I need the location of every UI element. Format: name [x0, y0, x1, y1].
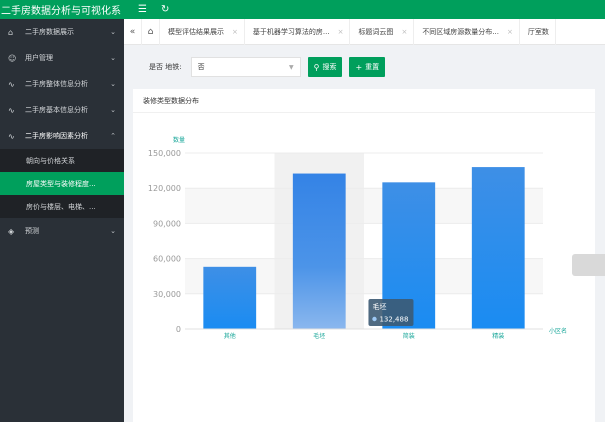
bar	[203, 266, 257, 329]
y-tick-label: 150,000	[148, 149, 181, 158]
top-header: 二手房数据分析与可视化系 ☰ ↻	[0, 0, 605, 19]
x-tick-label: 毛坯	[313, 332, 325, 340]
x-tick-label: 简装	[403, 332, 415, 340]
reset-button[interactable]: + 重置	[349, 57, 386, 77]
y-axis-title: 数量	[173, 136, 185, 144]
sidebar-subitem-price-floor-elevator[interactable]: 房价与楼层、电梯、...	[0, 195, 124, 218]
close-icon[interactable]: ×	[338, 28, 344, 36]
chevron-down-icon: ⌄	[110, 80, 116, 88]
x-tick-label: 其他	[224, 332, 236, 340]
tooltip-marker	[372, 316, 377, 322]
sidebar: ⌂ 二手房数据展示 ⌄ ☺ 用户管理 ⌄ ∿ 二手房整体信息分析 ⌄ ∿ 二手房…	[0, 19, 124, 422]
sidebar-item-label: 预测	[25, 227, 39, 235]
card-title: 装修类型数据分布	[133, 89, 595, 113]
tab-bar: « ⌂ 模型评估结果展示 × 基于机器学习算法的房... × 标题词云图 × 不同区域…	[124, 18, 605, 45]
side-panel-handle[interactable]	[572, 254, 605, 276]
tab-room-count[interactable]: 厅室数	[520, 18, 556, 45]
y-tick-label: 0	[176, 325, 181, 334]
close-icon[interactable]: ×	[507, 28, 513, 36]
sidebar-item-label: 二手房整体信息分析	[25, 80, 88, 88]
y-tick-label: 120,000	[148, 184, 181, 193]
chevron-down-icon: ⌄	[110, 106, 116, 114]
sidebar-item-overall-analysis[interactable]: ∿ 二手房整体信息分析 ⌄	[0, 71, 124, 97]
tab-label: 厅室数	[527, 27, 549, 36]
search-icon: ⚲	[313, 62, 320, 72]
tab-model-evaluation[interactable]: 模型评估结果展示 ×	[160, 18, 245, 45]
refresh-icon[interactable]: ↻	[161, 4, 169, 15]
app-title: 二手房数据分析与可视化系	[1, 6, 121, 17]
chevron-up-icon: ⌃	[110, 132, 116, 140]
caret-down-icon: ▼	[288, 63, 294, 71]
sidebar-item-label: 二手房影响因素分析	[25, 132, 88, 140]
tab-label: 基于机器学习算法的房...	[252, 27, 330, 36]
user-icon: ☺	[8, 53, 17, 63]
tab-region-distribution[interactable]: 不同区域房源数量分布... ×	[414, 18, 520, 45]
tab-ml-prediction[interactable]: 基于机器学习算法的房... ×	[245, 18, 351, 45]
tab-label: 模型评估结果展示	[168, 27, 224, 36]
sidebar-subitem-house-type-decoration[interactable]: 房屋类型与装修程度...	[0, 172, 124, 195]
close-icon[interactable]: ×	[232, 28, 238, 36]
tab-scroll-left-icon[interactable]: «	[124, 18, 142, 45]
filter-bar: 是否 地铁: 否 ▼ ⚲ 搜索 + 重置	[124, 45, 605, 89]
x-tick-label: 精装	[492, 332, 504, 340]
bar	[471, 167, 525, 329]
chart-card: 装修类型数据分布 0 30,000 60,000 90,000 120,000 150,0…	[133, 89, 595, 422]
diamond-icon: ◈	[8, 226, 15, 236]
x-axis-title: 小区名	[549, 327, 567, 335]
sidebar-item-data-display[interactable]: ⌂ 二手房数据展示 ⌄	[0, 19, 124, 45]
sidebar-submenu: 朝向与价格关系 房屋类型与装修程度... 房价与楼层、电梯、...	[0, 149, 124, 218]
subway-filter-label: 是否 地铁:	[149, 63, 182, 71]
chevron-down-icon: ⌄	[110, 54, 116, 62]
tooltip-category: 毛坯	[372, 302, 386, 311]
tab-label: 不同区域房源数量分布...	[422, 27, 499, 36]
menu-icon[interactable]: ☰	[138, 4, 147, 15]
sidebar-item-label: 用户管理	[25, 54, 53, 62]
tooltip-value: 132,488	[379, 316, 408, 324]
subway-select[interactable]: 否 ▼	[190, 57, 301, 77]
sidebar-item-prediction[interactable]: ◈ 预测 ⌄	[0, 218, 124, 244]
tab-label: 标题词云图	[358, 27, 394, 36]
sidebar-item-label: 二手房数据展示	[25, 28, 74, 36]
search-button-label: 搜索	[322, 63, 337, 71]
close-icon[interactable]: ×	[401, 28, 407, 36]
y-tick-label: 90,000	[153, 219, 181, 228]
pulse-icon: ∿	[8, 105, 15, 115]
plus-icon: +	[355, 62, 363, 72]
home-tab-icon[interactable]: ⌂	[142, 18, 160, 45]
chevron-down-icon: ⌄	[110, 28, 116, 36]
sidebar-item-factor-analysis[interactable]: ∿ 二手房影响因素分析 ⌃	[0, 123, 124, 149]
tab-word-cloud[interactable]: 标题词云图 ×	[350, 18, 415, 45]
sidebar-item-label: 二手房基本信息分析	[25, 106, 88, 114]
sidebar-item-user-management[interactable]: ☺ 用户管理 ⌄	[0, 45, 124, 71]
search-button[interactable]: ⚲ 搜索	[307, 57, 343, 77]
chevron-down-icon: ⌄	[110, 227, 116, 235]
y-tick-label: 60,000	[153, 255, 181, 264]
home-icon: ⌂	[8, 27, 14, 37]
sidebar-subitem-orientation-price[interactable]: 朝向与价格关系	[0, 149, 124, 172]
bar-chart: 0 30,000 60,000 90,000 120,000 150,000 数量小区名其他…	[148, 136, 567, 340]
bar	[292, 173, 346, 329]
reset-button-label: 重置	[365, 63, 380, 71]
pulse-icon: ∿	[8, 79, 15, 89]
sidebar-item-basic-analysis[interactable]: ∿ 二手房基本信息分析 ⌄	[0, 97, 124, 123]
pulse-icon: ∿	[8, 131, 15, 141]
select-value: 否	[197, 63, 205, 71]
y-tick-label: 30,000	[153, 290, 181, 299]
